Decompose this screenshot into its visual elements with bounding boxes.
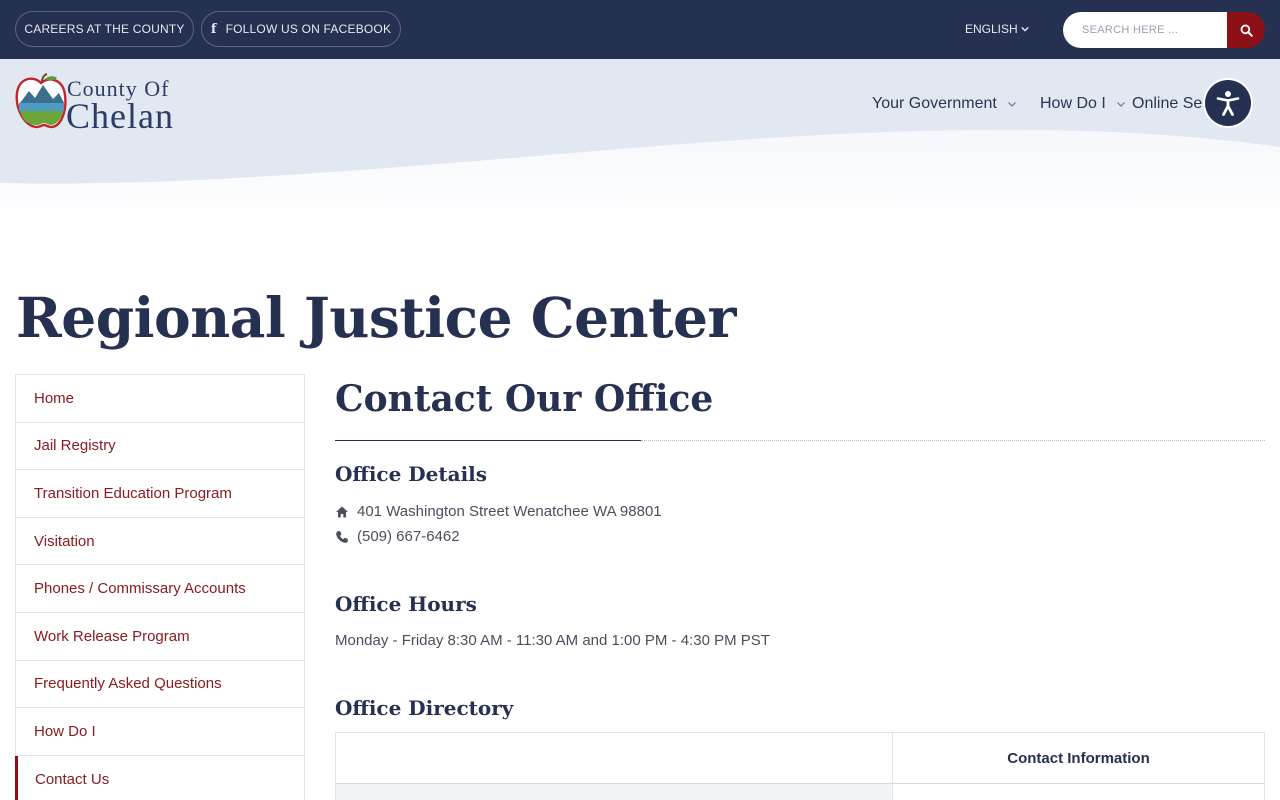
sidebar-item-label: How Do I xyxy=(34,722,96,740)
careers-label: CAREERS AT THE COUNTY xyxy=(24,22,185,36)
search-button[interactable] xyxy=(1227,12,1265,48)
sidebar-item-phones-commissary[interactable]: Phones / Commissary Accounts xyxy=(16,565,304,613)
sidebar-item-label: Visitation xyxy=(34,532,95,550)
heading-underline xyxy=(335,440,641,441)
sidebar-item-label: Frequently Asked Questions xyxy=(34,675,222,693)
phone-icon xyxy=(336,530,348,543)
sidebar-nav: Home Jail Registry Transition Education … xyxy=(15,374,305,800)
nav-label: Online Serv xyxy=(1132,95,1216,112)
sidebar-item-visitation[interactable]: Visitation xyxy=(16,518,304,566)
chevron-down-icon xyxy=(1116,102,1125,107)
facebook-button[interactable]: f FOLLOW US ON FACEBOOK xyxy=(201,11,401,47)
logo-text-line2: Chelan xyxy=(66,96,174,136)
sidebar-item-contact-us[interactable]: Contact Us xyxy=(15,755,304,800)
nav-how-do-i[interactable]: How Do I xyxy=(1040,95,1126,113)
table-header-row: Contact Information xyxy=(336,733,1264,784)
sidebar-item-label: Jail Registry xyxy=(34,437,116,455)
address-text: 401 Washington Street Wenatchee WA 98801 xyxy=(357,503,662,520)
heading-divider xyxy=(641,440,1265,441)
facebook-icon: f xyxy=(210,21,217,37)
home-icon xyxy=(336,506,348,517)
office-address: 401 Washington Street Wenatchee WA 98801 xyxy=(335,503,662,520)
office-directory-table: Contact Information xyxy=(335,732,1265,800)
office-details-heading: Office Details xyxy=(335,462,488,486)
table-cell xyxy=(336,784,893,800)
contact-heading: Contact Our Office xyxy=(335,378,714,420)
page-title: Regional Justice Center xyxy=(16,285,736,350)
facebook-label: FOLLOW US ON FACEBOOK xyxy=(225,22,392,36)
language-label: ENGLISH xyxy=(965,22,1018,36)
sidebar-item-label: Phones / Commissary Accounts xyxy=(34,580,246,598)
search-input[interactable] xyxy=(1063,12,1233,48)
nav-online-services[interactable]: Online Serv xyxy=(1132,95,1216,113)
table-header-contact-information: Contact Information xyxy=(1007,749,1150,767)
top-bar: CAREERS AT THE COUNTY f FOLLOW US ON FAC… xyxy=(0,0,1280,59)
table-header-cell xyxy=(336,733,893,783)
office-hours-heading: Office Hours xyxy=(335,592,477,616)
sidebar-item-transition-education[interactable]: Transition Education Program xyxy=(16,470,304,518)
nav-label: Your Government xyxy=(872,95,997,112)
accessibility-button[interactable] xyxy=(1205,80,1251,126)
apple-landscape-logo-icon xyxy=(15,73,67,129)
nav-your-government[interactable]: Your Government xyxy=(872,95,1017,113)
site-header: County Of Chelan Your Government How Do … xyxy=(0,59,1280,229)
sidebar-item-home[interactable]: Home xyxy=(16,375,304,423)
chevron-down-icon xyxy=(1020,26,1029,32)
county-logo[interactable]: County Of Chelan xyxy=(15,73,215,136)
sidebar-item-jail-registry[interactable]: Jail Registry xyxy=(16,423,304,471)
table-cell xyxy=(893,784,1264,800)
chevron-down-icon xyxy=(1007,102,1016,107)
sidebar-item-faq[interactable]: Frequently Asked Questions xyxy=(16,661,304,709)
nav-label: How Do I xyxy=(1040,95,1106,112)
office-directory-heading: Office Directory xyxy=(335,696,514,720)
sidebar-item-work-release[interactable]: Work Release Program xyxy=(16,613,304,661)
sidebar-item-label: Home xyxy=(34,389,75,407)
sidebar-item-label: Contact Us xyxy=(35,770,110,788)
sidebar-item-label: Transition Education Program xyxy=(34,484,232,502)
office-hours-text: Monday - Friday 8:30 AM - 11:30 AM and 1… xyxy=(335,632,770,649)
phone-link[interactable]: (509) 667-6462 xyxy=(357,528,460,545)
accessibility-icon xyxy=(1216,91,1240,116)
careers-button[interactable]: CAREERS AT THE COUNTY xyxy=(15,11,194,47)
search-icon xyxy=(1240,24,1253,37)
office-phone: (509) 667-6462 xyxy=(335,528,460,545)
sidebar-item-label: Work Release Program xyxy=(34,627,190,645)
sidebar-item-how-do-i[interactable]: How Do I xyxy=(16,708,304,756)
table-row xyxy=(336,784,1264,800)
language-selector[interactable]: ENGLISH xyxy=(965,22,1029,36)
search-box xyxy=(1063,12,1265,48)
